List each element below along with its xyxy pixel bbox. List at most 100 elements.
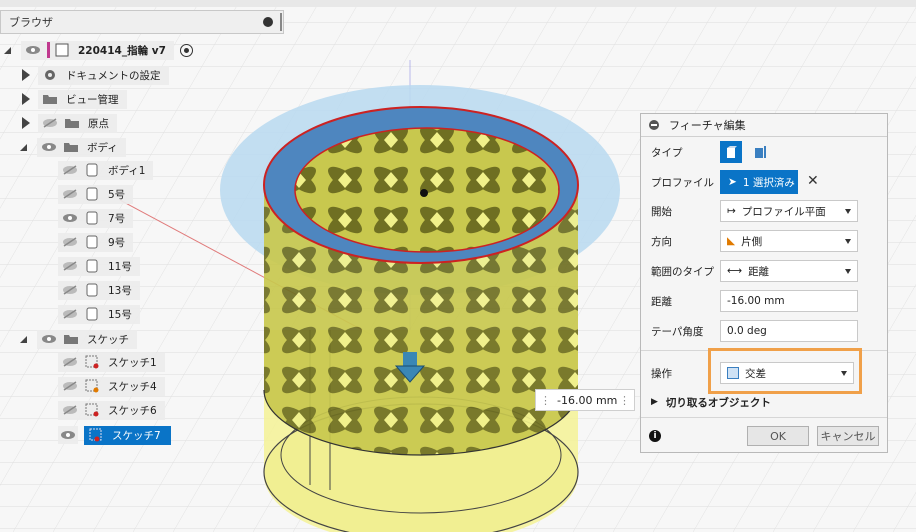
eye-hidden-icon[interactable]: [62, 381, 78, 391]
minimize-icon[interactable]: [649, 120, 659, 130]
start-dropdown[interactable]: ↦ プロファイル平面: [720, 200, 858, 222]
eye-hidden-icon[interactable]: [62, 165, 78, 175]
body-icon: [84, 259, 100, 273]
body-icon: [84, 163, 100, 177]
expand-triangle-icon[interactable]: [20, 335, 27, 343]
tree-item-label: 原点: [88, 117, 109, 130]
menu-icon[interactable]: ⋮: [619, 394, 630, 407]
expand-triangle-icon[interactable]: [22, 117, 30, 129]
cancel-button[interactable]: キャンセル: [817, 426, 879, 446]
grip-icon: ⋮: [540, 393, 551, 407]
collapse-icon[interactable]: [263, 17, 273, 27]
tree-item-sketch-4[interactable]: スケッチ4: [58, 376, 165, 396]
profile-value: 1 選択済み: [742, 176, 795, 189]
sketch-icon: [88, 428, 104, 442]
folder-icon: [63, 332, 79, 346]
tree-item-sketch-7[interactable]: スケッチ7: [58, 425, 171, 445]
cursor-icon: ➤: [728, 176, 737, 188]
expand-triangle-icon[interactable]: [20, 143, 27, 151]
chevron-down-icon: [845, 239, 851, 244]
extent-dropdown[interactable]: ⟷ 距離: [720, 260, 858, 282]
taper-angle-input[interactable]: 0.0 deg: [720, 320, 858, 342]
gear-icon: [42, 68, 58, 82]
sketch-icon: [84, 403, 100, 417]
eye-hidden-icon[interactable]: [62, 189, 78, 199]
eye-icon[interactable]: [41, 142, 57, 152]
dialog-title-bar: フィーチャ編集: [641, 114, 887, 137]
eye-hidden-icon[interactable]: [62, 261, 78, 271]
extent-row: 範囲のタイプ ⟷ 距離: [641, 258, 887, 284]
eye-icon[interactable]: [41, 334, 57, 344]
tree-item-body-15[interactable]: 15号: [58, 304, 140, 324]
ok-label: OK: [770, 429, 786, 443]
profile-select-button[interactable]: ➤ 1 選択済み: [720, 170, 798, 194]
dimension-value: -16.00 mm: [557, 393, 618, 407]
extent-label: 範囲のタイプ: [651, 265, 714, 278]
eye-hidden-icon[interactable]: [62, 237, 78, 247]
tree-item-label: 15号: [108, 308, 132, 321]
tree-item-label: ボディ1: [108, 164, 146, 177]
tree-item-body-9[interactable]: 9号: [58, 232, 134, 252]
tree-item-label: スケッチ4: [108, 380, 157, 393]
tree-item-view-manager[interactable]: ビュー管理: [22, 89, 127, 109]
tree-item-document-settings[interactable]: ドキュメントの設定: [22, 65, 169, 85]
expand-triangle-icon[interactable]: [22, 69, 30, 81]
body-icon: [84, 235, 100, 249]
tree-item-label: 11号: [108, 260, 132, 273]
extent-value: 距離: [748, 265, 770, 278]
tree-item-label: スケッチ: [87, 333, 129, 346]
component-marker: [47, 42, 50, 58]
direction-label: 方向: [651, 235, 672, 248]
tree-item-body-13[interactable]: 13号: [58, 280, 140, 300]
thin-type-icon[interactable]: [749, 141, 771, 163]
expand-triangle-icon[interactable]: [22, 93, 30, 105]
eye-hidden-icon[interactable]: [42, 118, 58, 128]
tree-root[interactable]: 220414_指輪 v7: [4, 40, 193, 60]
tree-item-label: ドキュメントの設定: [66, 69, 161, 82]
eye-hidden-icon[interactable]: [62, 309, 78, 319]
body-icon: [84, 211, 100, 225]
distance-input[interactable]: -16.00 mm: [720, 290, 858, 312]
tree-item-body-7[interactable]: 7号: [58, 208, 134, 228]
tree-item-body-5[interactable]: 5号: [58, 184, 134, 204]
body-icon: [84, 187, 100, 201]
eye-hidden-icon[interactable]: [62, 357, 78, 367]
direction-dropdown[interactable]: ◣ 片側: [720, 230, 858, 252]
tree-item-label: スケッチ7: [112, 429, 161, 442]
tree-item-bodies[interactable]: ボディ: [20, 137, 126, 157]
direction-value: 片側: [741, 235, 763, 248]
tree-item-body-1[interactable]: ボディ1: [58, 160, 154, 180]
type-row: タイプ: [641, 139, 887, 165]
resize-handle[interactable]: [280, 13, 282, 31]
eye-icon[interactable]: [25, 45, 41, 55]
eye-icon[interactable]: [58, 426, 78, 444]
tree-item-label: 9号: [108, 236, 126, 249]
root-component-label: 220414_指輪 v7: [78, 44, 166, 57]
tree-item-origin[interactable]: 原点: [22, 113, 117, 133]
distance-manipulator-input[interactable]: ⋮ -16.00 mm ⋮: [535, 389, 635, 411]
folder-icon: [42, 92, 58, 106]
sketch-icon: [84, 355, 100, 369]
tree-item-sketch-6[interactable]: スケッチ6: [58, 400, 165, 420]
tree-item-body-11[interactable]: 11号: [58, 256, 140, 276]
tree-item-sketch-1[interactable]: スケッチ1: [58, 352, 165, 372]
clear-selection-icon[interactable]: ✕: [807, 173, 819, 189]
eye-hidden-icon[interactable]: [62, 405, 78, 415]
activate-radio-icon[interactable]: [179, 43, 193, 57]
eye-hidden-icon[interactable]: [62, 285, 78, 295]
taper-value: 0.0 deg: [727, 325, 767, 337]
solid-type-icon[interactable]: [720, 141, 742, 163]
expand-triangle-icon[interactable]: ▶: [651, 397, 658, 407]
ok-button[interactable]: OK: [747, 426, 809, 446]
folder-icon: [63, 140, 79, 154]
info-icon[interactable]: i: [649, 430, 661, 442]
browser-header: ブラウザ: [0, 10, 284, 34]
sketch-icon: [84, 379, 100, 393]
type-label: タイプ: [651, 146, 683, 159]
eye-icon[interactable]: [62, 213, 78, 223]
divider: [641, 417, 887, 418]
tree-item-label: ビュー管理: [66, 93, 119, 106]
body-icon: [84, 307, 100, 321]
tree-item-sketches[interactable]: スケッチ: [20, 329, 137, 349]
expand-triangle-icon[interactable]: [4, 46, 11, 54]
